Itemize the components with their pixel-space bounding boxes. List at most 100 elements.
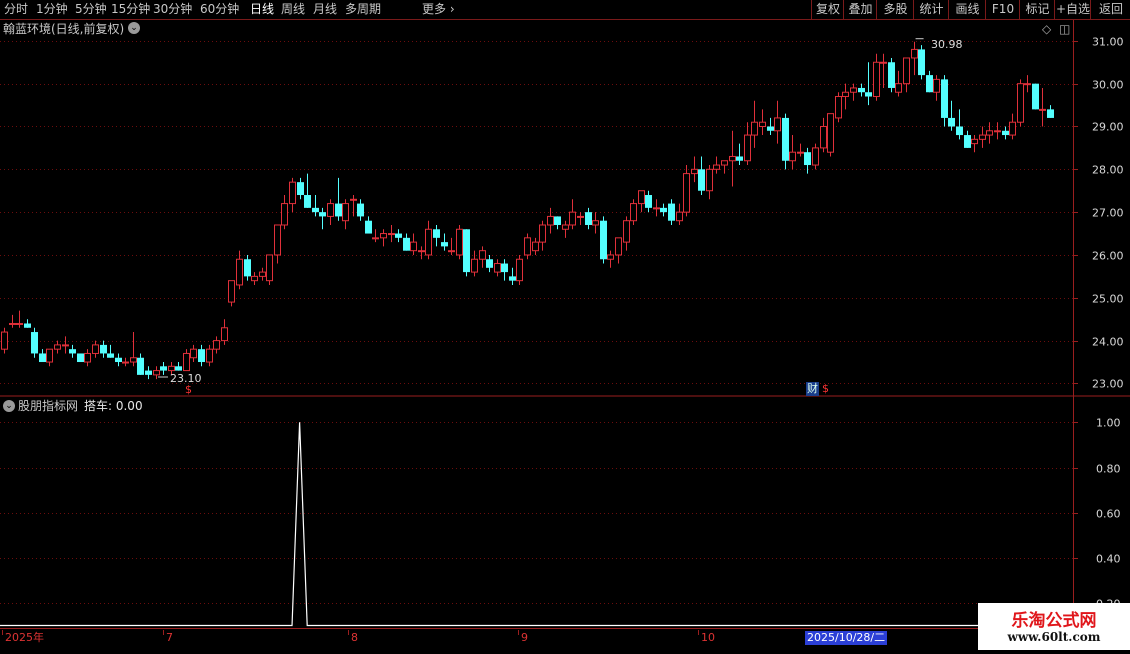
period-tab-3[interactable]: 15分钟	[111, 2, 150, 16]
candle-body-down	[926, 75, 933, 93]
candle-body-down	[660, 207, 667, 213]
kline-tick-label: 26.00	[1092, 250, 1124, 263]
candle-body-up	[721, 160, 728, 166]
toolbar-button-5[interactable]: F10	[985, 0, 1020, 19]
candle-body-up	[494, 263, 501, 273]
candle-body-up	[1, 331, 8, 350]
period-tab-8[interactable]: 月线	[313, 2, 337, 16]
indicator-tick-label: 0.80	[1096, 463, 1121, 476]
candle-body-down	[69, 349, 76, 354]
candle-body-down	[24, 323, 31, 328]
period-tab-9[interactable]: 多周期	[345, 2, 381, 16]
candle-body-down	[441, 242, 448, 247]
candle-body-down	[175, 366, 182, 371]
candle-body-down	[554, 216, 561, 225]
candle-body-up	[183, 352, 190, 372]
toolbar-button-3[interactable]: 统计	[913, 0, 949, 19]
indicator-value: 搭车: 0.00	[84, 399, 143, 413]
kline-tick-label: 29.00	[1092, 121, 1124, 134]
candle-body-down	[600, 220, 607, 260]
candle-body-down	[39, 353, 46, 363]
candle-body-up	[592, 220, 599, 226]
candle-body-up	[903, 57, 910, 85]
candle-body-up	[744, 134, 751, 162]
candle-body-down	[1032, 83, 1039, 110]
candle-body-up	[532, 241, 539, 252]
candle-body-up	[213, 340, 220, 350]
candle-body-up	[372, 237, 379, 240]
candle-body-up	[236, 258, 243, 286]
candle-body-up	[577, 215, 584, 218]
kline-chart: 23.00 24.00 25.00 26.00 27.00 28.00 29.00 30.00…	[0, 20, 1130, 397]
candle-body-up	[759, 121, 766, 127]
toolbar-button-6[interactable]: 标记	[1019, 0, 1055, 19]
candle-body-up	[425, 228, 432, 256]
candle-body-up	[281, 203, 288, 226]
candle-body-down	[941, 79, 948, 118]
indicator-chart: 1.000.800.600.400.20	[0, 397, 1130, 629]
candle-body-up	[327, 203, 334, 217]
toolbar-button-1[interactable]: 叠加	[843, 0, 877, 19]
candle-body-up	[933, 78, 940, 93]
candle-body-down	[782, 117, 789, 161]
candle-body-down	[100, 344, 107, 354]
period-tab-1[interactable]: 1分钟	[36, 2, 68, 16]
period-tab-5[interactable]: 60分钟	[200, 2, 239, 16]
more-periods-button[interactable]: 更多 ›	[422, 2, 455, 16]
toolbar-button-7[interactable]: +自选	[1054, 0, 1091, 19]
finance-event-marker[interactable]: 财	[806, 382, 819, 396]
time-axis-label-aug: 8	[351, 631, 358, 644]
candle-body-down	[767, 126, 774, 131]
toolbar-button-8[interactable]: 返回	[1090, 0, 1130, 19]
candle-body-up	[448, 250, 455, 253]
time-axis-label-jul: 7	[166, 631, 173, 644]
candle-body-down	[335, 203, 342, 217]
candle-body-down	[31, 332, 38, 354]
kline-title-dropdown-icon[interactable]: ⌄	[128, 22, 140, 34]
candle-body-down	[433, 229, 440, 238]
candle-body-up	[630, 203, 637, 222]
period-tab-6[interactable]: 日线	[250, 2, 274, 16]
candle-body-up	[130, 357, 137, 363]
candle-body-down	[1002, 130, 1009, 136]
toolbar-button-2[interactable]: 多股	[876, 0, 914, 19]
candle-body-up	[683, 173, 690, 213]
candle-body-up	[880, 61, 887, 64]
indicator-dropdown-icon[interactable]: ⌄	[3, 400, 15, 412]
candle-body-up	[516, 258, 523, 282]
candle-body-up	[350, 198, 357, 201]
candle-body-down	[244, 259, 251, 277]
candle-body-up	[812, 147, 819, 166]
candle-body-up	[842, 91, 849, 98]
candle-body-up	[342, 203, 349, 222]
candle-body-down	[160, 366, 167, 371]
candle-body-up	[410, 241, 417, 252]
period-tab-7[interactable]: 周线	[281, 2, 305, 16]
time-axis-label-year: 2025年	[5, 631, 44, 644]
dividend-event-marker[interactable]: $	[822, 382, 829, 396]
selected-date-tag: 2025/10/28/二	[805, 631, 888, 645]
candle-body-up	[289, 181, 296, 205]
candle-body-up	[676, 211, 683, 222]
period-tab-0[interactable]: 分时	[4, 2, 28, 16]
candle-body-up	[653, 207, 660, 210]
candle-body-down	[319, 212, 326, 217]
period-tab-4[interactable]: 30分钟	[153, 2, 192, 16]
candle-body-down	[145, 370, 152, 375]
candle-body-up	[1009, 121, 1016, 136]
kline-tick-label: 23.00	[1092, 378, 1124, 391]
candle-body-up	[547, 215, 554, 226]
toolbar-button-4[interactable]: 画线	[948, 0, 986, 19]
candle-body-up	[471, 258, 478, 273]
panel-toggle-icon[interactable]: ◫	[1059, 22, 1070, 36]
toolbar-button-0[interactable]: 复权	[811, 0, 844, 19]
period-tab-2[interactable]: 5分钟	[75, 2, 107, 16]
kline-tick-label: 28.00	[1092, 164, 1124, 177]
candle-body-up	[895, 83, 902, 93]
candle-body-down	[948, 117, 955, 127]
diamond-icon[interactable]: ◇	[1042, 22, 1051, 36]
dividend-event-marker-left[interactable]: $	[185, 383, 192, 397]
candle-body-down	[736, 156, 743, 161]
watermark-logo: 乐淘公式网 www.60lt.com	[978, 603, 1130, 650]
candle-body-up	[797, 151, 804, 154]
